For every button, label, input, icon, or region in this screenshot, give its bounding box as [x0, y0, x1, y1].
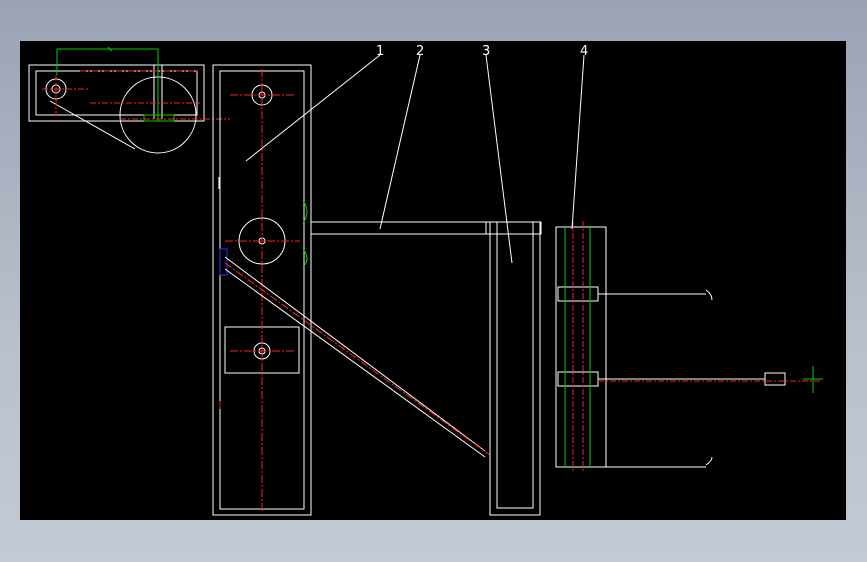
arm-centerlines	[42, 70, 230, 120]
mechanical-drawing: 1 2 3 4	[28, 44, 823, 516]
arm-dimension	[56, 46, 175, 122]
carriage-rails	[564, 227, 823, 467]
column-centerline	[219, 69, 300, 513]
part-label-4: 4	[580, 44, 588, 59]
carriage-centerlines	[572, 221, 820, 471]
part-label-1: 1	[376, 44, 384, 59]
part-label-2: 2	[416, 44, 424, 59]
part-3-post	[489, 221, 541, 516]
part-2-bar	[310, 221, 542, 235]
hidden-detail	[219, 248, 228, 276]
part-label-3: 3	[482, 44, 490, 59]
top-arm	[28, 64, 205, 154]
cad-viewport[interactable]: 1 2 3 4	[20, 41, 846, 520]
